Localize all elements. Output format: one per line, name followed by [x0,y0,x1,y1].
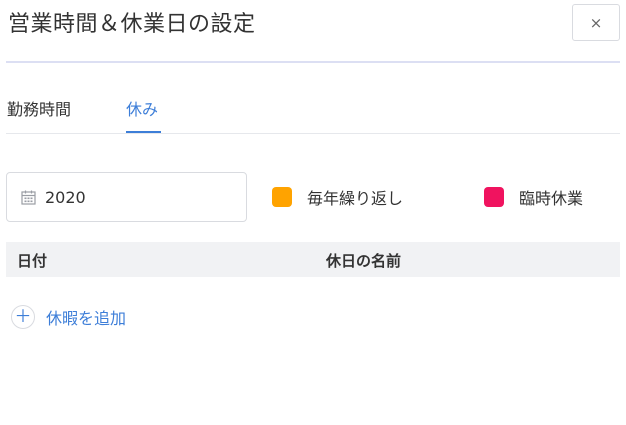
temporary-swatch [484,187,504,207]
legend-temporary-closure: 臨時休業 [484,185,583,209]
legend-recurring-label: 毎年繰り返し [307,189,404,208]
add-holiday-label: 休暇を追加 [46,309,127,328]
column-header-holiday-name: 休日の名前 [326,252,402,270]
holiday-table-header: 日付 休日の名前 [6,242,620,277]
recurring-swatch [272,187,292,207]
add-holiday-button[interactable]: ＋ 休暇を追加 [11,305,126,329]
column-header-date: 日付 [17,252,48,270]
plus-icon: ＋ [11,305,35,329]
dialog-title: 営業時間＆休業日の設定 [8,12,256,37]
legend-temporary-label: 臨時休業 [519,189,584,208]
tab-work-hours[interactable]: 勤務時間 [7,96,71,120]
close-icon: × [589,13,603,32]
calendar-icon [21,190,36,205]
year-value: 2020 [45,187,86,207]
year-picker[interactable]: 2020 [6,172,247,222]
legend-recurring: 毎年繰り返し [272,185,403,209]
header-divider [6,61,620,63]
active-tab-indicator [126,131,161,133]
holiday-settings-dialog: 営業時間＆休業日の設定 × 勤務時間 休み 2020 毎年繰り返し 臨時休業 日… [0,0,626,425]
tab-holidays[interactable]: 休み [126,96,158,120]
close-button[interactable]: × [572,4,620,41]
tab-bar: 勤務時間 休み [6,96,620,134]
